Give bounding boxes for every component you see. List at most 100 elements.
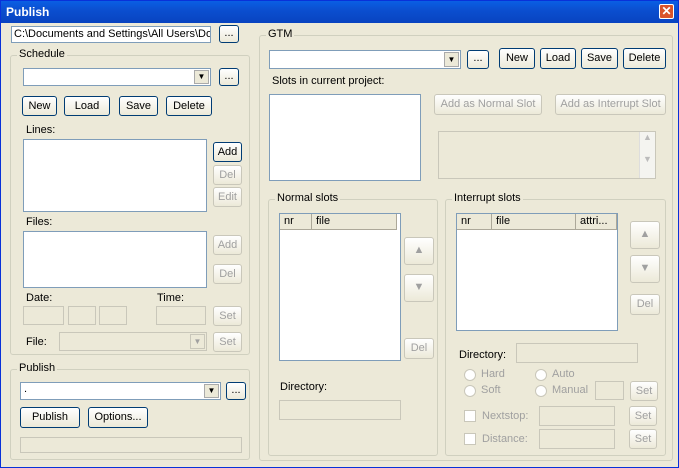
chevron-down-icon[interactable]: ▼ [444, 52, 459, 67]
publish-group-label: Publish [17, 362, 58, 374]
schedule-group-label: Schedule [17, 48, 67, 60]
lines-edit-button[interactable]: Edit [213, 187, 242, 207]
add-interrupt-slot-button[interactable]: Add as Interrupt Slot [555, 94, 666, 115]
time-label: Time: [157, 292, 185, 304]
manual-label: Manual [552, 384, 589, 396]
schedule-combo[interactable]: ▼ [23, 68, 211, 86]
scroll-up-icon[interactable]: ▲ [640, 132, 655, 142]
chevron-down-icon[interactable]: ▼ [190, 334, 205, 349]
col-file[interactable]: file [492, 214, 576, 229]
schedule-load-button[interactable]: Load [64, 96, 110, 116]
files-label: Files: [26, 216, 53, 228]
publish-browse-button[interactable]: ... [226, 382, 246, 400]
nextstop-checkbox[interactable] [464, 410, 476, 422]
interrupt-slots-header: nr file attri... [457, 214, 617, 230]
gtm-new-button[interactable]: New [499, 48, 535, 69]
interrupt-directory-field[interactable] [516, 343, 638, 363]
gtm-combo[interactable]: ▼ [269, 50, 461, 69]
normal-down-button[interactable]: ▼ [404, 274, 434, 302]
soft-label: Soft [481, 384, 501, 396]
path-field[interactable]: C:\Documents and Settings\All Users\Do [11, 26, 211, 43]
nextstop-field[interactable] [539, 406, 615, 426]
chevron-down-icon[interactable]: ▼ [204, 384, 219, 398]
auto-label: Auto [552, 368, 575, 380]
arrow-down-icon: ▼ [639, 262, 651, 274]
gtm-delete-button[interactable]: Delete [623, 48, 666, 69]
publish-combo-value: . [24, 383, 28, 395]
distance-field[interactable] [539, 429, 615, 449]
col-nr[interactable]: nr [280, 214, 312, 229]
close-icon[interactable]: ✕ [659, 4, 674, 19]
datetime-set-button[interactable]: Set [213, 306, 242, 326]
file-set-button[interactable]: Set [213, 332, 242, 352]
distance-label: Distance: [482, 433, 528, 445]
publish-button[interactable]: Publish [20, 407, 80, 428]
interrupt-directory-label: Directory: [459, 349, 507, 361]
date-field-1[interactable] [23, 306, 64, 325]
window-title: Publish [6, 5, 50, 19]
slots-list[interactable] [269, 94, 421, 181]
lines-list[interactable] [23, 139, 207, 212]
chevron-down-icon[interactable]: ▼ [194, 70, 209, 84]
distance-set-button[interactable]: Set [629, 429, 657, 449]
files-del-button[interactable]: Del [213, 264, 242, 284]
publish-window: Publish ✕ C:\Documents and Settings\All … [0, 0, 679, 468]
publish-combo[interactable]: . ▼ [20, 382, 221, 400]
arrow-down-icon: ▼ [413, 281, 425, 293]
normal-del-button[interactable]: Del [404, 338, 434, 359]
normal-slots-label: Normal slots [275, 192, 341, 204]
hard-radio[interactable] [464, 369, 476, 381]
date-field-3[interactable] [99, 306, 127, 325]
progress-bar [20, 437, 242, 453]
normal-slots-header: nr file [280, 214, 397, 230]
scroll-down-icon[interactable]: ▼ [640, 154, 655, 164]
schedule-delete-button[interactable]: Delete [166, 96, 212, 116]
arrow-up-icon: ▲ [639, 228, 651, 240]
gtm-load-button[interactable]: Load [540, 48, 576, 69]
normal-directory-label: Directory: [280, 381, 328, 393]
normal-slots-list[interactable]: nr file [279, 213, 401, 361]
file-combo[interactable]: ▼ [59, 332, 207, 351]
auto-radio[interactable] [535, 369, 547, 381]
arrow-up-icon: ▲ [413, 244, 425, 256]
col-file[interactable]: file [312, 214, 397, 229]
files-list[interactable] [23, 231, 207, 288]
mode-set-button[interactable]: Set [630, 381, 658, 401]
schedule-new-button[interactable]: New [22, 96, 57, 116]
lines-add-button[interactable]: Add [213, 142, 242, 162]
scrollbar[interactable]: ▲ ▼ [639, 132, 655, 178]
add-normal-slot-button[interactable]: Add as Normal Slot [434, 94, 542, 115]
interrupt-slots-label: Interrupt slots [452, 192, 523, 204]
schedule-browse-button[interactable]: ... [219, 68, 239, 86]
normal-up-button[interactable]: ▲ [404, 237, 434, 265]
interrupt-del-button[interactable]: Del [630, 294, 660, 315]
normal-directory-field[interactable] [279, 400, 401, 420]
interrupt-slots-list[interactable]: nr file attri... [456, 213, 618, 331]
col-nr[interactable]: nr [457, 214, 492, 229]
gtm-group-label: GTM [266, 28, 295, 40]
interrupt-down-button[interactable]: ▼ [630, 255, 660, 283]
slot-info-text: ▲ ▼ [438, 131, 656, 179]
time-field[interactable] [156, 306, 206, 325]
nextstop-label: Nextstop: [482, 410, 529, 422]
title-bar: Publish ✕ [1, 1, 678, 23]
file-label: File: [26, 336, 47, 348]
nextstop-set-button[interactable]: Set [629, 406, 657, 426]
gtm-browse-button[interactable]: ... [467, 50, 489, 69]
gtm-save-button[interactable]: Save [581, 48, 618, 69]
manual-value-field[interactable] [595, 381, 624, 400]
col-attri[interactable]: attri... [576, 214, 617, 229]
manual-radio[interactable] [535, 385, 547, 397]
path-browse-button[interactable]: ... [219, 25, 239, 43]
lines-label: Lines: [26, 124, 56, 136]
files-add-button[interactable]: Add [213, 235, 242, 255]
date-label: Date: [26, 292, 53, 304]
interrupt-up-button[interactable]: ▲ [630, 221, 660, 249]
distance-checkbox[interactable] [464, 433, 476, 445]
hard-label: Hard [481, 368, 505, 380]
date-field-2[interactable] [68, 306, 96, 325]
options-button[interactable]: Options... [88, 407, 148, 428]
soft-radio[interactable] [464, 385, 476, 397]
schedule-save-button[interactable]: Save [119, 96, 158, 116]
lines-del-button[interactable]: Del [213, 165, 242, 185]
